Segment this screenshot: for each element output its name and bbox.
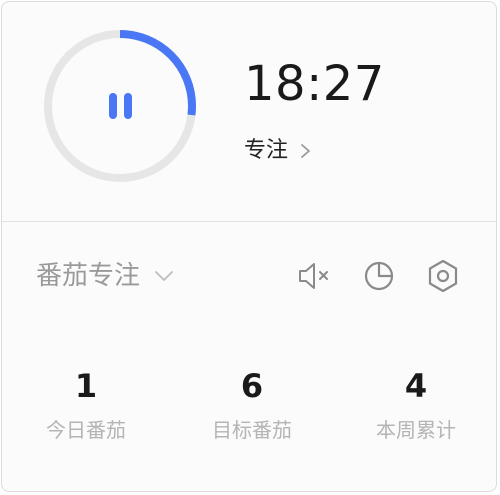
stat-week: 4 本周累计 — [346, 364, 486, 446]
chevron-down-icon — [155, 271, 173, 281]
pomodoro-widget: 18:27 专注 番茄专注 1 今日番茄 6 目标番茄 4 本周累计 — [1, 1, 497, 492]
mute-button[interactable] — [296, 258, 332, 294]
mute-icon — [299, 263, 328, 289]
pause-icon — [109, 93, 132, 119]
stat-label: 今日番茄 — [46, 418, 126, 442]
settings-button[interactable] — [425, 258, 461, 294]
stat-value: 4 — [404, 367, 428, 405]
stat-today: 1 今日番茄 — [16, 364, 156, 446]
statistics-icon — [364, 261, 394, 291]
mode-selector[interactable]: 专注 — [244, 136, 314, 166]
stat-value: 6 — [240, 367, 264, 405]
statistics-button[interactable] — [361, 258, 397, 294]
stat-label: 本周累计 — [376, 418, 456, 442]
stat-label: 目标番茄 — [212, 418, 292, 442]
focus-type-dropdown[interactable]: 番茄专注 — [36, 256, 176, 296]
timer-display: 18:27 — [244, 56, 385, 112]
chevron-right-icon — [301, 144, 310, 158]
pause-button[interactable] — [96, 82, 144, 130]
mode-label: 专注 — [244, 138, 289, 163]
focus-type-label: 番茄专注 — [36, 261, 141, 291]
stat-target: 6 目标番茄 — [182, 364, 322, 446]
timer-ring[interactable] — [40, 26, 200, 186]
settings-icon — [428, 259, 458, 293]
stat-value: 1 — [74, 367, 98, 405]
divider — [2, 221, 496, 222]
